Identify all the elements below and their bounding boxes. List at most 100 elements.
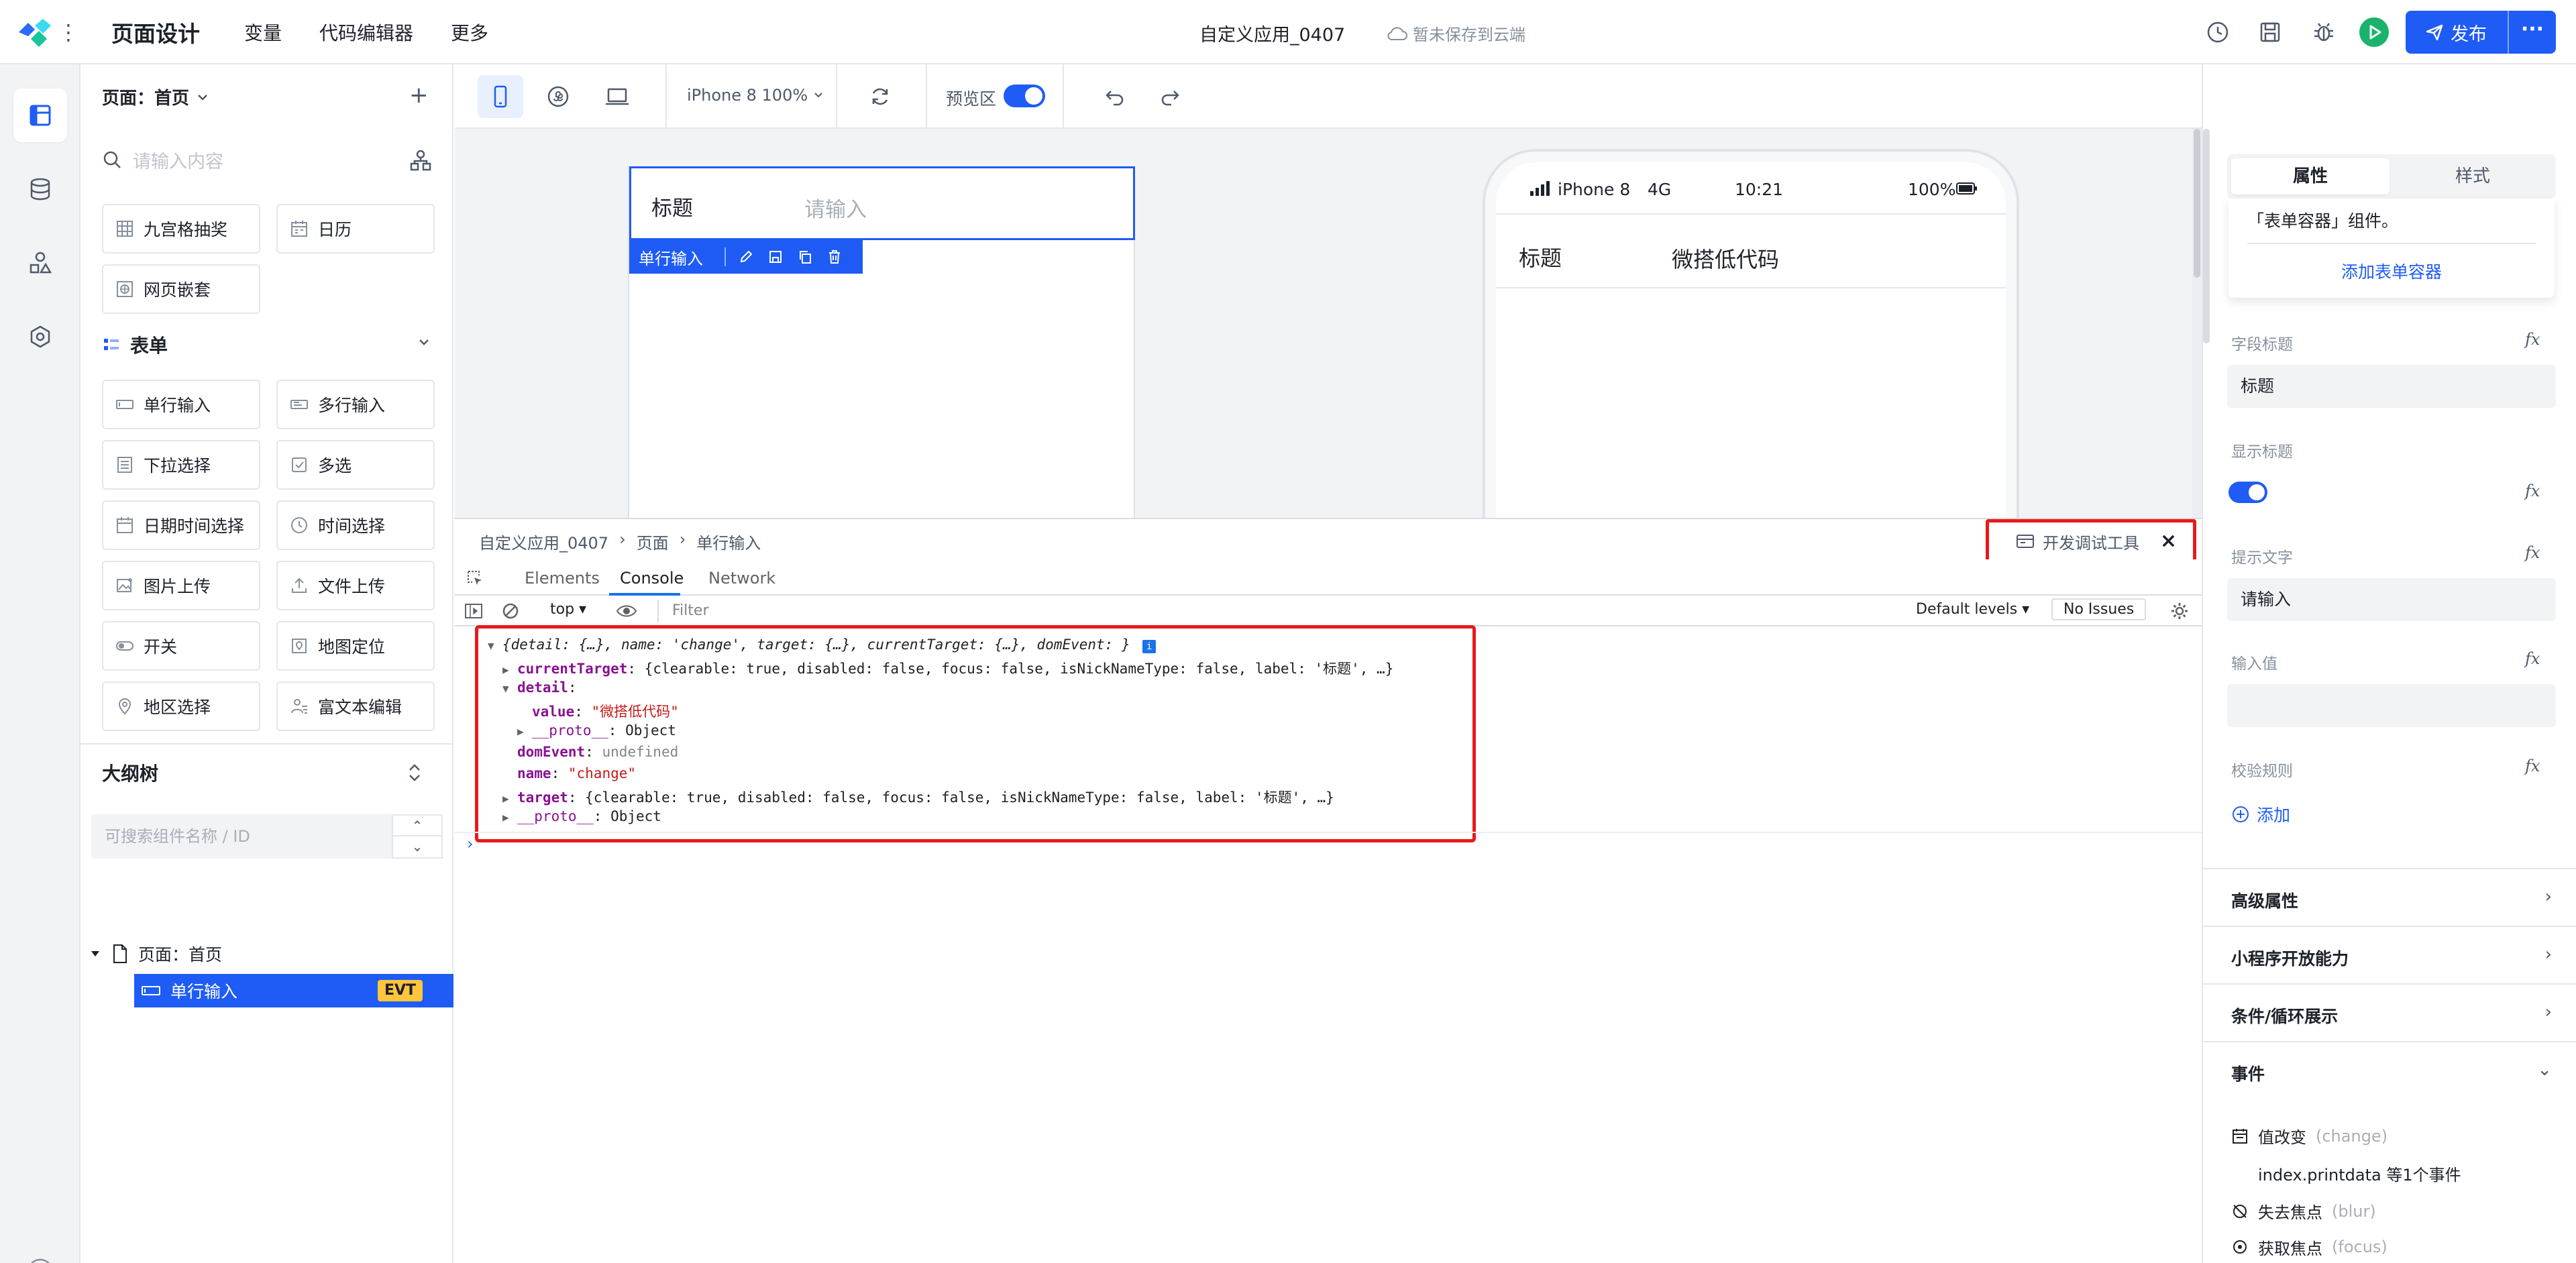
component-select[interactable]: 下拉选择 (102, 440, 260, 490)
component-datetime[interactable]: 日期时间选择 (102, 500, 260, 550)
inspect-element-icon[interactable] (466, 569, 484, 588)
event-focus[interactable]: 获取焦点 (focus) (2231, 1237, 2387, 1257)
close-icon[interactable]: × (2160, 529, 2177, 553)
history-clock-icon[interactable] (2204, 19, 2231, 46)
tab-console[interactable]: Console (620, 569, 684, 588)
rail-page-design[interactable] (13, 89, 67, 142)
section-advanced[interactable]: 高级属性 › (2203, 868, 2576, 926)
input-value-field[interactable] (2227, 684, 2556, 727)
component-lottery-grid[interactable]: 九宫格抽奖 (102, 204, 260, 254)
redo-button[interactable] (1147, 75, 1193, 118)
gear-icon[interactable] (2169, 601, 2190, 621)
log-proto-row[interactable]: ▶ __proto__: Object (502, 808, 661, 824)
component-map-location[interactable]: 地图定位 (276, 621, 435, 671)
edit-icon[interactable] (738, 249, 754, 265)
add-rule-button[interactable]: 添加 (2231, 802, 2290, 826)
clear-console-icon[interactable] (502, 602, 519, 620)
component-time[interactable]: 时间选择 (276, 500, 435, 550)
add-page-plus-icon[interactable]: + (409, 82, 429, 109)
show-title-toggle[interactable] (2229, 482, 2267, 503)
field-title-input[interactable]: 标题 (2227, 365, 2556, 408)
tab-network[interactable]: Network (708, 569, 775, 588)
publish-more-button[interactable]: ··· (2508, 11, 2556, 54)
section-events[interactable]: 事件 ⌄ (2203, 1041, 2576, 1099)
tree-node-text-input[interactable]: 单行输入 EVT (134, 974, 453, 1007)
device-desktop-button[interactable] (594, 75, 640, 118)
log-levels-select[interactable]: Default levels ▾ (1916, 601, 2029, 618)
nav-variables[interactable]: 变量 (244, 19, 282, 46)
component-text-input[interactable]: 单行输入 (102, 380, 260, 429)
scrollbar-thumb[interactable] (2194, 129, 2200, 278)
fx-icon[interactable]: fx (2525, 757, 2540, 775)
hierarchy-icon[interactable] (409, 149, 432, 172)
console-prompt-icon[interactable]: › (467, 834, 474, 853)
app-logo-icon[interactable] (15, 16, 55, 48)
undo-button[interactable] (1092, 75, 1138, 118)
component-textarea[interactable]: 多行输入 (276, 380, 435, 429)
event-blur[interactable]: 失去焦点 (blur) (2231, 1199, 2376, 1223)
outline-search-input[interactable]: 可搜索组件名称 / ID (91, 814, 392, 859)
issues-button[interactable]: No Issues (2051, 598, 2147, 620)
log-detail-row[interactable]: ▼ detail: (502, 679, 577, 696)
tab-properties[interactable]: 属性 (2231, 158, 2390, 195)
save-icon[interactable] (767, 249, 784, 265)
device-miniprogram-button[interactable] (535, 75, 581, 118)
breadcrumb-app[interactable]: 自定义应用_0407 (479, 530, 608, 553)
rail-components[interactable] (13, 236, 67, 290)
log-proto-row[interactable]: ▶ __proto__: Object (517, 722, 676, 738)
device-mobile-button[interactable] (478, 75, 523, 118)
page-select-dropdown[interactable]: 页面：首页 (102, 85, 209, 109)
panel-scrollbar[interactable] (2203, 129, 2210, 343)
expand-collapse-icon[interactable] (401, 759, 428, 786)
component-calendar[interactable]: 日历 (276, 204, 435, 254)
component-rich-text[interactable]: 富文本编辑 (276, 681, 435, 731)
component-iframe[interactable]: 网页嵌套 (102, 264, 260, 314)
refresh-button[interactable] (857, 75, 903, 118)
component-search-input[interactable]: 请输入内容 (102, 141, 397, 178)
log-summary-row[interactable]: ▼ {detail: {…}, name: 'change', target: {… (488, 637, 1157, 653)
copy-icon[interactable] (797, 249, 813, 265)
caret-down-icon[interactable] (89, 947, 102, 960)
phone-field-value[interactable]: 微搭低代码 (1672, 243, 1779, 274)
tab-style[interactable]: 样式 (2394, 158, 2552, 195)
component-file-upload[interactable]: 文件上传 (276, 561, 435, 610)
fx-icon[interactable]: fx (2525, 543, 2540, 562)
tree-node-page[interactable]: 页面：首页 (89, 939, 222, 969)
breadcrumb-component[interactable]: 单行输入 (696, 530, 761, 553)
canvas-scrollbar[interactable] (2192, 129, 2202, 518)
preview-toggle[interactable] (1004, 85, 1045, 107)
nav-code-editor[interactable]: 代码编辑器 (319, 19, 413, 46)
component-checkbox[interactable]: 多选 (276, 440, 435, 490)
rail-settings[interactable] (13, 310, 67, 364)
chevron-down-icon[interactable]: ⌄ (393, 836, 441, 857)
selected-text-input-component[interactable]: 标题 请输入 (629, 166, 1135, 240)
hint-text-input[interactable]: 请输入 (2227, 578, 2556, 621)
fx-icon[interactable]: fx (2525, 330, 2540, 349)
run-play-icon[interactable] (2359, 17, 2390, 48)
fx-icon[interactable]: fx (2525, 482, 2540, 500)
component-group-form[interactable]: 表单 (102, 331, 437, 358)
log-target-row[interactable]: ▶ target: {clearable: true, disabled: fal… (502, 787, 1334, 807)
component-switch[interactable]: 开关 (102, 621, 260, 671)
component-image-upload[interactable]: 图片上传 (102, 561, 260, 610)
publish-main-button[interactable]: 发布 (2406, 11, 2506, 54)
section-miniprogram[interactable]: 小程序开放能力 › (2203, 926, 2576, 983)
add-form-container-link[interactable]: 添加表单容器 (2229, 259, 2555, 283)
breadcrumb-page[interactable]: 页面 (637, 530, 669, 553)
fx-icon[interactable]: fx (2525, 649, 2540, 668)
tab-elements[interactable]: Elements (525, 569, 600, 588)
debug-bug-icon[interactable] (2310, 19, 2337, 46)
save-icon[interactable] (2257, 19, 2284, 46)
chevron-up-icon[interactable]: ⌃ (393, 816, 441, 836)
component-region-select[interactable]: 地区选择 (102, 681, 260, 731)
app-menu-kebab-icon[interactable]: ⋮ (58, 19, 79, 46)
nav-more[interactable]: 更多 (451, 19, 488, 46)
event-handler[interactable]: index.printdata 等1个事件 (2258, 1162, 2461, 1185)
device-zoom-select[interactable]: iPhone 8 100% (687, 86, 824, 105)
publish-button[interactable]: 发布 ··· (2406, 11, 2556, 54)
log-current-target-row[interactable]: ▶ currentTarget: {clearable: true, disabl… (502, 658, 1393, 678)
rail-data[interactable] (13, 162, 67, 216)
section-conditional[interactable]: 条件/循环展示 › (2203, 983, 2576, 1041)
eye-icon[interactable] (616, 604, 637, 618)
help-icon[interactable] (25, 1257, 55, 1263)
